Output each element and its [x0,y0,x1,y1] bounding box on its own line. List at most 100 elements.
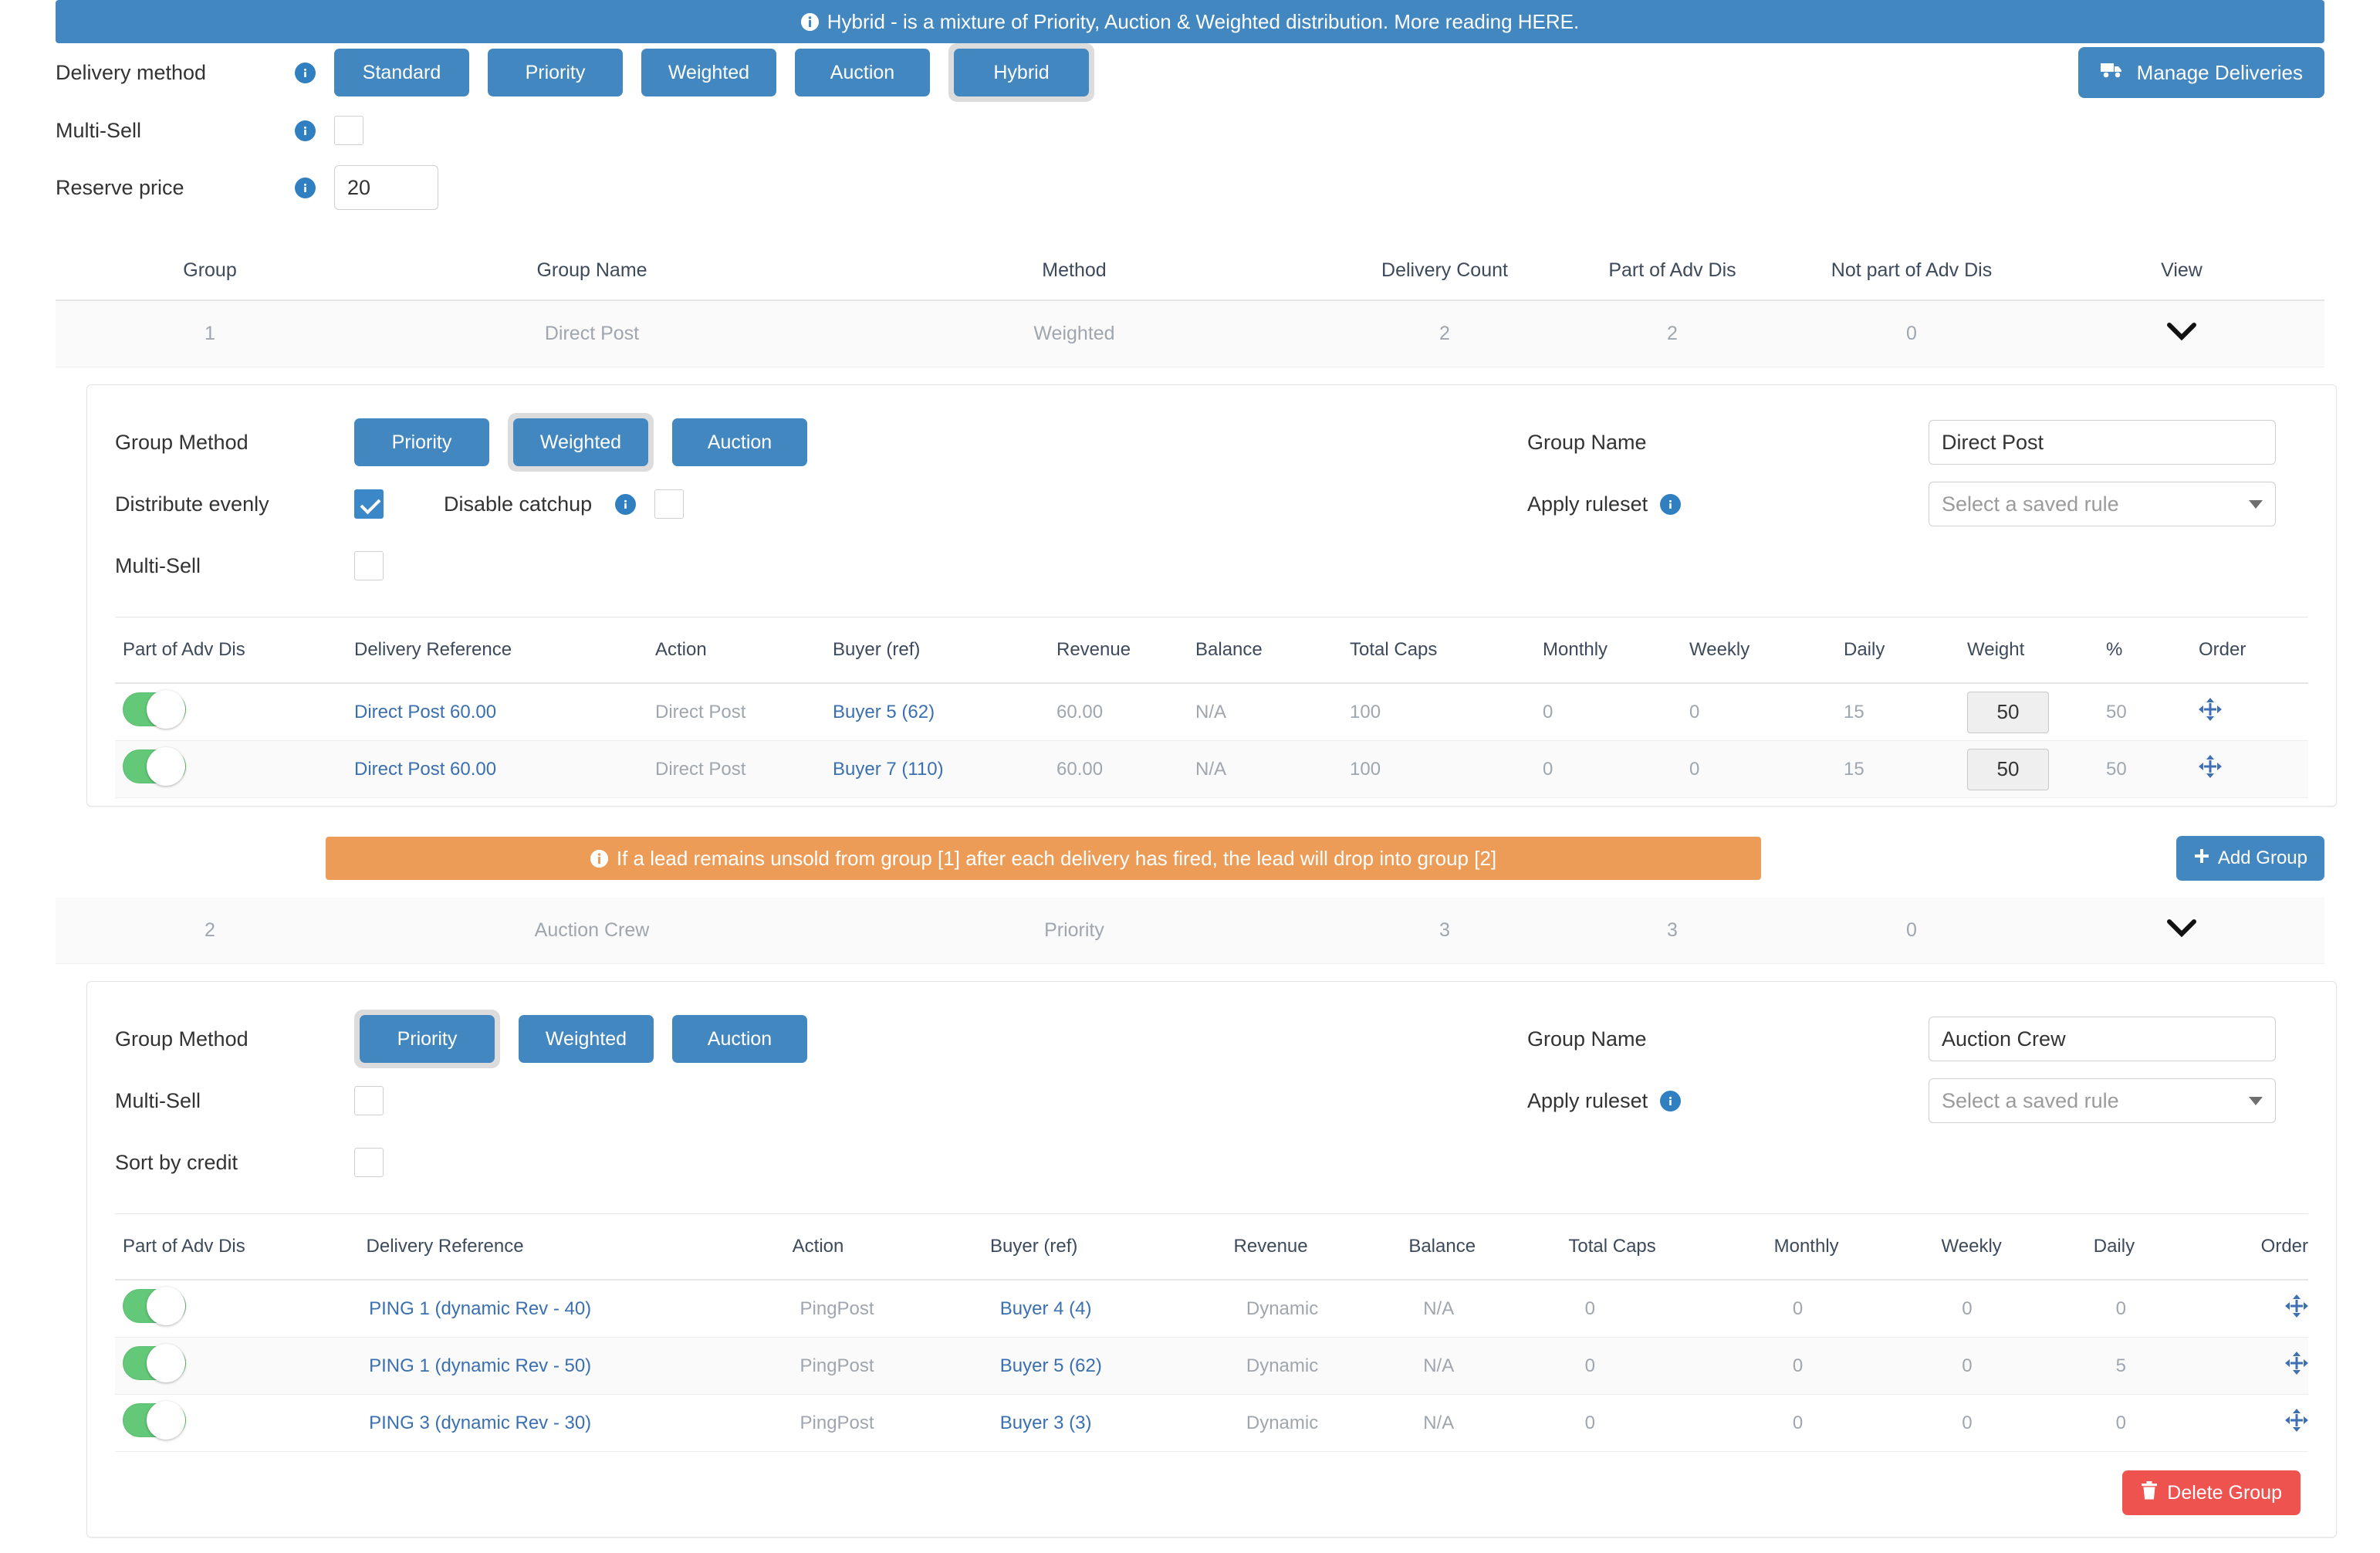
group-2-ruleset-select[interactable]: Select a saved rule [1929,1078,2276,1123]
g1-header-weekly: Weekly [1689,639,1750,660]
chevron-down-icon[interactable] [2167,919,2196,942]
group-1-method-weighted[interactable]: Weighted [513,418,648,466]
g2-header-reference: Delivery Reference [366,1236,524,1257]
g1-row-1-weight-input[interactable] [1967,748,2049,790]
delete-group-button[interactable]: Delete Group [2122,1470,2301,1515]
g2-row-0-buyer[interactable]: Buyer 4 (4) [1000,1298,1246,1320]
g2-row-0-toggle-cell [115,1287,369,1328]
g1-row-0-buyer[interactable]: Buyer 5 (62) [833,702,1056,723]
g1-row-0-reference[interactable]: Direct Post 60.00 [354,702,655,723]
delivery-method-hybrid[interactable]: Hybrid [954,49,1089,96]
group-1-method-label: Group Method [115,430,248,454]
group-2-method-priority[interactable]: Priority [360,1015,495,1063]
g1-row-0-part-of-adv-dis-toggle[interactable] [123,690,186,729]
delivery-method-info-icon[interactable] [295,62,316,83]
manage-deliveries-label: Manage Deliveries [2136,60,2303,84]
group-1-disable-catchup-info-icon[interactable] [615,493,637,515]
group-1-disable-catchup-checkbox[interactable] [654,489,685,519]
group-row-2-method: Priority [1044,919,1104,941]
g2-row-2-part-of-adv-dis-toggle[interactable] [123,1401,186,1440]
chevron-down-icon[interactable] [2167,322,2196,346]
hybrid-info-banner: Hybrid - is a mixture of Priority, Aucti… [56,0,2324,43]
group-1-multi-sell-checkbox[interactable] [354,551,384,580]
reserve-price-info-icon[interactable] [295,177,316,198]
g1-row-1-buyer[interactable]: Buyer 7 (110) [833,759,1056,780]
g2-row-0-reference[interactable]: PING 1 (dynamic Rev - 40) [369,1298,800,1320]
lead-drop-banner: If a lead remains unsold from group [1] … [326,837,1761,880]
g2-header-daily: Daily [2093,1236,2135,1257]
g1-row-1-part-of-adv-dis-toggle[interactable] [123,747,186,786]
group-1-ruleset-info-icon[interactable] [1660,493,1682,515]
group-1-ruleset-select[interactable]: Select a saved rule [1929,482,2276,526]
g1-header-percent: % [2106,639,2123,660]
group-2-method-auction[interactable]: Auction [672,1015,807,1063]
group-2-sort-by-credit-checkbox[interactable] [354,1148,384,1177]
multi-sell-checkbox[interactable] [334,116,363,145]
group-2-weighted-wrap: Weighted [519,1010,654,1068]
group-row-1-view[interactable] [2039,322,2324,346]
group-row-2-view[interactable] [2039,919,2324,942]
group-2-ruleset-info-icon[interactable] [1660,1090,1682,1111]
g2-row-2-reference[interactable]: PING 3 (dynamic Rev - 30) [369,1413,800,1434]
g1-row-1-action: Direct Post [655,758,746,780]
g2-row-1-reference[interactable]: PING 1 (dynamic Rev - 50) [369,1355,800,1377]
delivery-method-standard[interactable]: Standard [334,49,469,96]
move-icon[interactable] [2199,698,2222,726]
multi-sell-info-icon[interactable] [295,120,316,141]
table-row: PING 3 (dynamic Rev - 30) PingPost Buyer… [115,1395,2309,1452]
add-group-button[interactable]: Add Group [2175,836,2324,881]
move-icon[interactable] [2199,755,2222,783]
group-1-priority-wrap: Priority [354,413,489,472]
move-icon[interactable] [2285,1294,2309,1323]
delivery-method-buttons: Standard Priority Weighted Auction Hybri… [334,43,1094,102]
group-row-1-delivery-count: 2 [1439,323,1450,344]
group-header-view: View [2161,259,2203,281]
move-icon[interactable] [2285,1352,2309,1380]
group-2-method-row: Group Method Priority Weighted Auction [115,1008,1527,1070]
delivery-method-weighted[interactable]: Weighted [641,49,776,96]
group-1-ruleset-placeholder: Select a saved rule [1942,492,2119,516]
group-1-multi-sell-label: Multi-Sell [115,553,201,577]
manage-deliveries-button[interactable]: Manage Deliveries [2077,47,2324,98]
group-2-name-input[interactable] [1929,1017,2276,1061]
g2-row-0-order-cell [2285,1294,2309,1323]
group-2-delivery-table: Part of Adv Dis Delivery Reference Actio… [115,1213,2309,1452]
group-1-method-priority[interactable]: Priority [354,418,489,466]
reserve-price-input[interactable] [334,165,438,210]
delivery-method-priority[interactable]: Priority [488,49,623,96]
g2-row-1-total-caps: 0 [1584,1355,1595,1376]
group-2-detail-card: Group Method Priority Weighted Auction M… [86,981,2337,1538]
group-1-method-row: Group Method Priority Weighted Auction [115,411,1527,473]
g1-row-0-weight-input[interactable] [1967,691,2049,733]
delivery-method-weighted-wrap: Weighted [641,43,776,102]
g2-row-0-part-of-adv-dis-toggle[interactable] [123,1287,186,1325]
group-table: Group Group Name Method Delivery Count P… [0,241,2380,367]
g2-row-1-part-of-adv-dis-toggle[interactable] [123,1344,186,1382]
group-1-distribute-evenly-checkbox[interactable] [354,489,384,519]
group-1-ruleset-label-wrap: Apply ruleset [1527,492,1929,516]
g1-row-0-toggle-cell [115,690,354,732]
group-2-multi-sell-checkbox[interactable] [354,1086,384,1115]
group-1-name-input[interactable] [1929,420,2276,465]
group-2-ruleset-label: Apply ruleset [1527,1088,1648,1112]
multi-sell-row: Multi-Sell [56,102,2324,159]
delivery-method-auction[interactable]: Auction [795,49,930,96]
group-2-method-weighted[interactable]: Weighted [519,1015,654,1063]
table-row[interactable]: 2 Auction Crew Priority 3 3 0 [56,898,2324,964]
table-row[interactable]: 1 Direct Post Weighted 2 2 0 [56,301,2324,367]
move-icon[interactable] [2285,1409,2309,1437]
group-1-ruleset-label: Apply ruleset [1527,492,1648,516]
group-2-auction-wrap: Auction [672,1010,807,1068]
g2-row-1-action: PingPost [800,1355,874,1376]
multi-sell-label: Multi-Sell [56,118,142,142]
group-2-summary-table: 2 Auction Crew Priority 3 3 0 [0,898,2380,964]
group-2-settings-right: Group Name Apply ruleset Select a saved … [1527,1008,2308,1193]
group-1-method-auction[interactable]: Auction [672,418,807,466]
g2-row-0-monthly: 0 [1792,1298,1804,1319]
lead-drop-banner-text: If a lead remains unsold from group [1] … [616,846,1497,870]
g2-row-2-buyer[interactable]: Buyer 3 (3) [1000,1413,1246,1434]
g2-row-1-buyer[interactable]: Buyer 5 (62) [1000,1355,1246,1377]
group-1-disable-catchup-label: Disable catchup [444,492,593,516]
delivery-method-row: Delivery method Standard Priority Weight… [56,43,2324,102]
g1-row-1-reference[interactable]: Direct Post 60.00 [354,759,655,780]
